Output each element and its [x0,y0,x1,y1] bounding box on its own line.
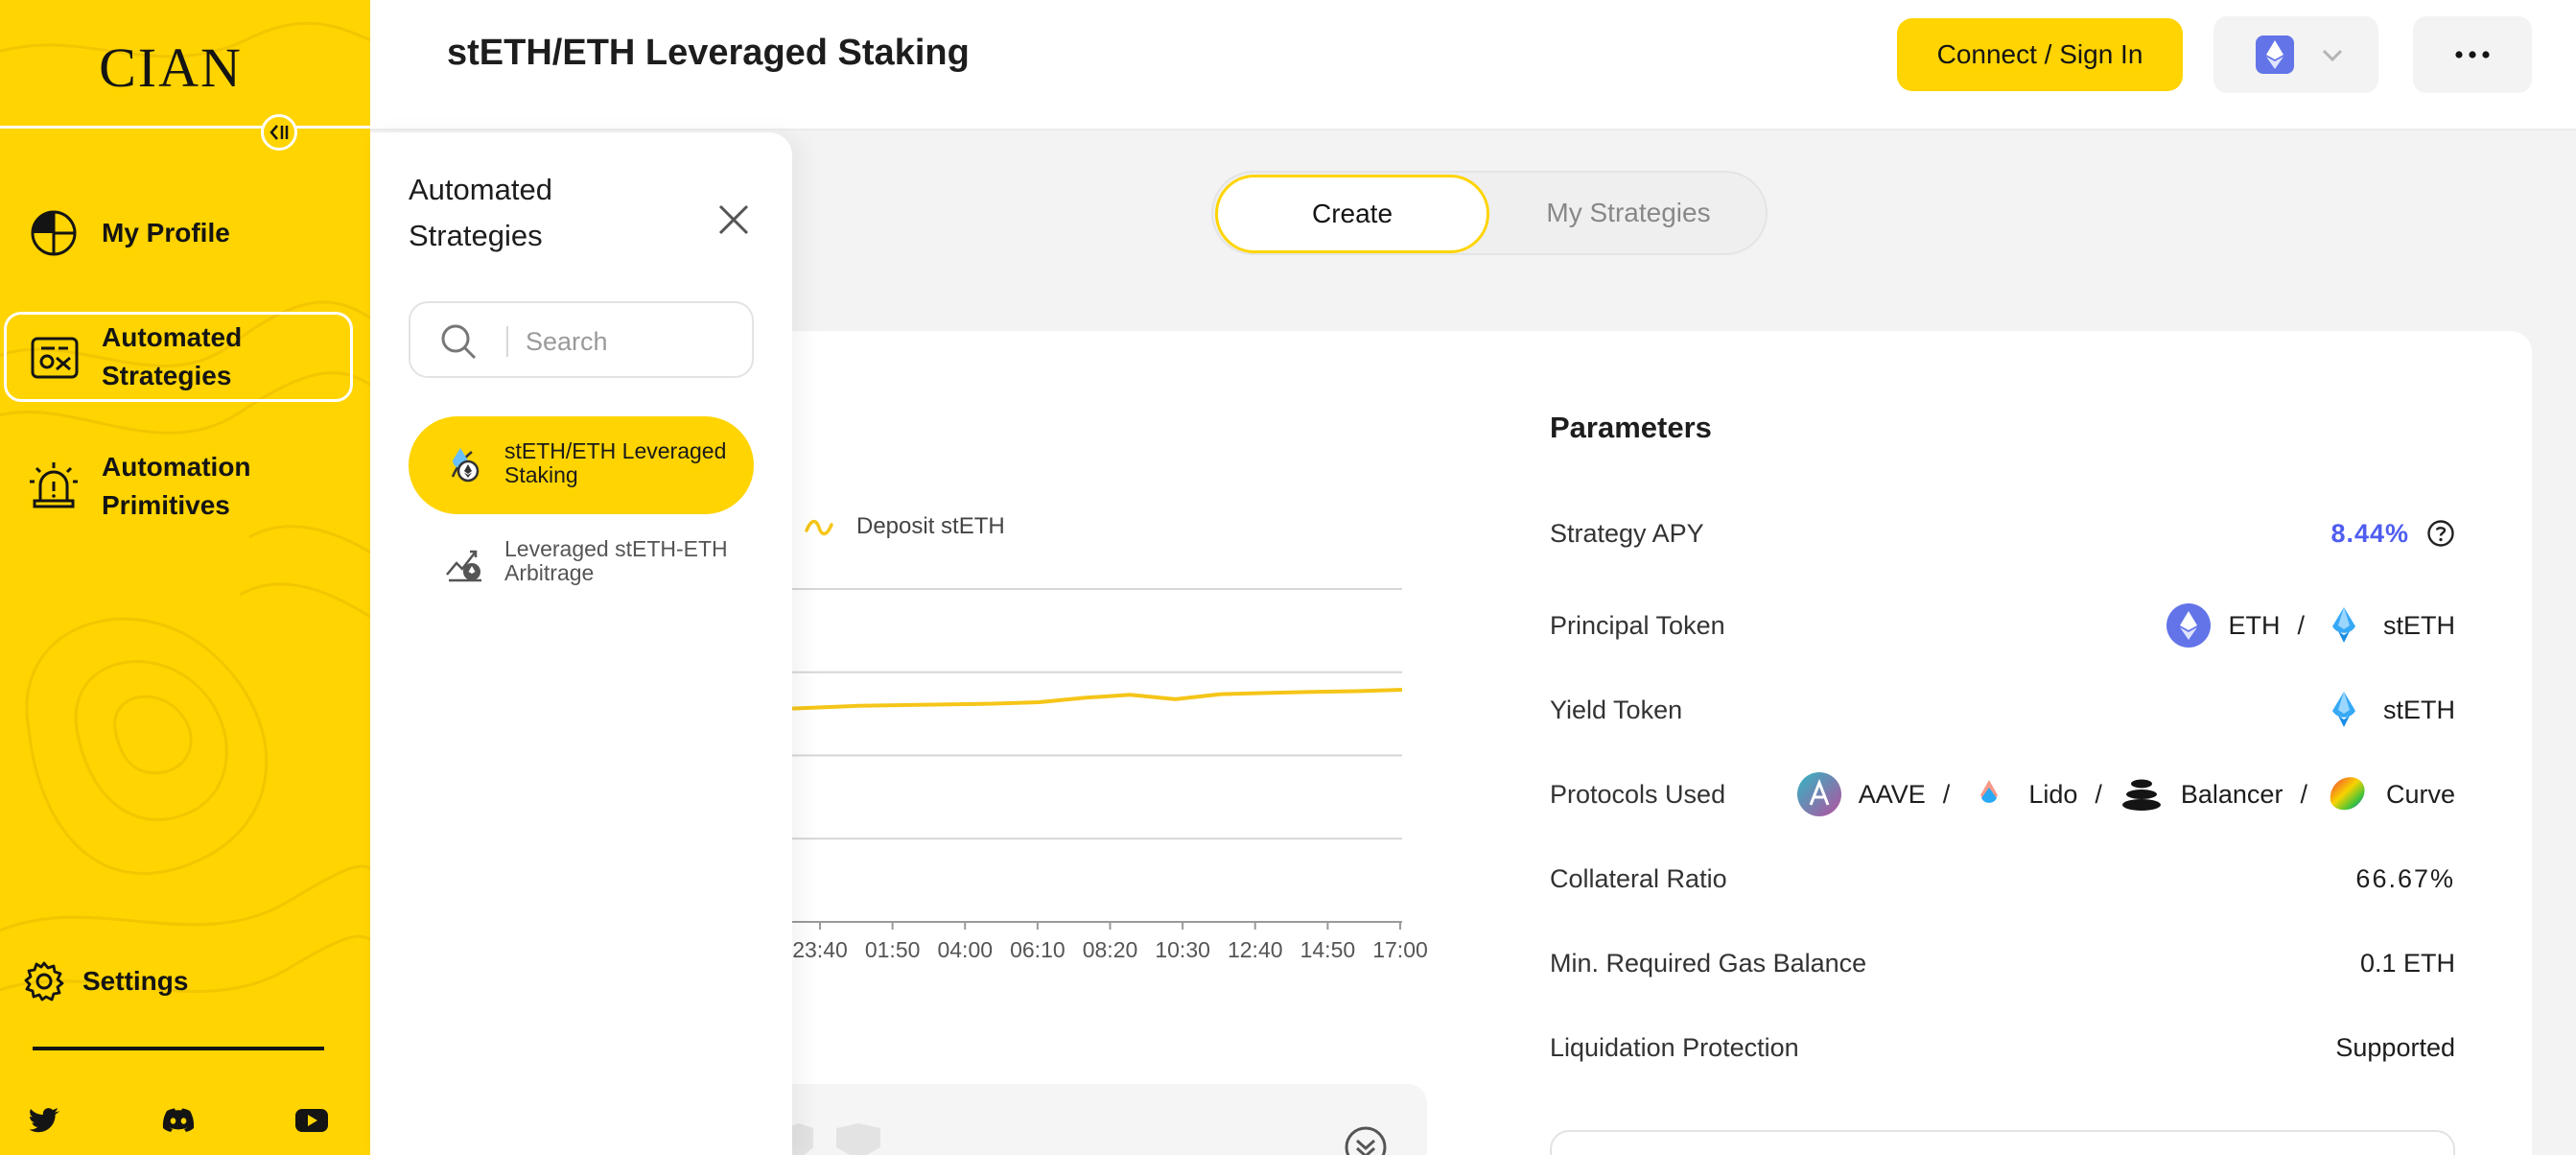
param-label: Strategy APY [1550,518,1704,548]
ethereum-icon [2256,35,2294,74]
sidebar-item-my-profile[interactable]: My Profile [0,200,370,267]
strategy-item-label: Leveraged stETH-ETH Arbitrage [504,536,728,585]
sidebar-divider [0,126,370,129]
logo-text: CIAN [99,35,243,99]
liquidation-protection-value: Supported [2335,1032,2455,1062]
collapse-icon [269,125,289,140]
collateral-ratio-value: 66.67% [2355,863,2455,893]
page-title: stETH/ETH Leveraged Staking [447,33,970,73]
cian-logo[interactable]: CIAN [99,19,243,115]
twitter-icon[interactable] [25,1101,63,1140]
param-row-principal-token: Principal Token ETH / stETH [1550,601,2455,649]
search-icon [441,324,477,360]
param-row-liquidation-protection: Liquidation Protection Supported [1550,1024,2455,1072]
param-label: Protocols Used [1550,779,1726,809]
protocol-balancer: Balancer [2180,779,2283,809]
parameter-input-box[interactable] [1550,1130,2455,1155]
sidebar-item-label: My Profile [102,218,230,248]
x-tick-label: 12:40 [1227,937,1283,962]
shield-icon [836,1123,880,1155]
chevron-down-icon [2322,49,2343,62]
x-tick-label: 14:50 [1300,937,1356,962]
close-icon[interactable] [712,198,756,242]
search-divider [506,326,508,357]
principal-token-steth: stETH [2382,610,2455,640]
x-tick-label: 23:40 [792,937,848,962]
discord-icon[interactable] [159,1101,198,1140]
parameters-title: Parameters [1550,411,1712,444]
tab-my-strategies[interactable]: My Strategies [1491,175,1766,251]
staking-icon [451,448,480,483]
param-label: Yield Token [1550,695,1683,724]
strategy-item-steth-eth-leveraged-staking[interactable]: stETH/ETH Leveraged Staking [409,416,754,514]
sidebar-item-automated-strategies[interactable]: Automated Strategies [4,312,353,402]
separator: / [2297,610,2305,640]
tab-create[interactable]: Create [1215,175,1489,253]
more-options-button[interactable] [2413,16,2532,93]
aave-icon [1796,772,1841,816]
separator: / [2095,779,2102,809]
x-tick-label: 01:50 [864,937,921,962]
gear-icon [24,961,64,1002]
alarm-icon [30,462,78,508]
automated-strategies-panel: Automated Strategies stETH/ETH Leveraged… [370,132,792,1155]
ethereum-icon [2166,603,2212,648]
strategy-item-label: stETH/ETH Leveraged Staking [504,438,727,487]
apy-value: 8.44% [2330,518,2409,548]
param-label: Principal Token [1550,610,1725,640]
separator: / [1942,779,1951,809]
deposit-chart [767,588,1403,930]
steth-icon [2331,607,2355,643]
param-row-protocols: Protocols Used AAVE / Lido / Balancer / … [1550,770,2455,818]
strategy-mode-toggle: Create My Strategies [1211,171,1768,255]
series-line-deposit-steth [767,688,1403,712]
sidebar-item-automation-primitives[interactable]: Automation Primitives [0,443,370,533]
sidebar-item-label: Automated Strategies [102,322,243,390]
param-row-yield-token: Yield Token stETH [1550,686,2455,734]
x-tick-label: 10:30 [1155,937,1210,962]
panel-title: Automated Strategies [409,173,552,252]
steth-icon [2331,692,2355,727]
protocol-curve: Curve [2385,779,2455,809]
collapse-sidebar-button[interactable] [261,114,297,151]
protocol-aave: AAVE [1858,779,1926,809]
network-selector[interactable] [2213,16,2378,93]
yield-token-steth: stETH [2382,695,2455,724]
param-label: Liquidation Protection [1550,1032,1799,1062]
pie-chart-icon [31,210,77,256]
x-tick-label: 06:10 [1010,937,1066,962]
sidebar-item-label: Settings [82,966,189,996]
expand-down-icon[interactable] [1343,1124,1389,1155]
lido-icon [1980,780,1999,803]
strategy-item-leveraged-steth-eth-arbitrage[interactable]: Leveraged stETH-ETH Arbitrage [409,514,754,612]
strategy-icon [31,337,79,379]
separator: / [2300,779,2307,809]
balancer-icon [2121,779,2161,811]
gas-balance-value: 0.1 ETH [2359,948,2455,978]
principal-token-eth: ETH [2228,610,2281,640]
top-header: stETH/ETH Leveraged Staking Connect / Si… [370,0,2576,130]
param-label: Min. Required Gas Balance [1550,948,1867,978]
x-tick-label: 04:00 [937,937,994,962]
sidebar-bottom-divider [33,1047,324,1050]
sidebar: CIAN My Profile Automated Strategies Aut… [0,0,370,1155]
connect-sign-in-button[interactable]: Connect / Sign In [1897,18,2183,91]
strategy-search [409,301,754,378]
sidebar-item-settings[interactable]: Settings [0,955,370,1008]
arbitrage-icon [446,550,481,582]
param-row-collateral-ratio: Collateral Ratio 66.67% [1550,855,2455,903]
sidebar-item-label: Automation Primitives [102,452,251,520]
param-row-apy: Strategy APY 8.44% [1550,509,2455,557]
curve-icon [2330,777,2365,811]
x-tick-label: 08:20 [1082,937,1138,962]
chart-footer-strip [767,1084,1427,1155]
param-row-gas-balance: Min. Required Gas Balance 0.1 ETH [1550,939,2455,987]
param-label: Collateral Ratio [1550,863,1727,893]
protocol-lido: Lido [2028,779,2078,809]
more-icon [2455,51,2490,59]
help-icon[interactable] [2426,519,2455,548]
x-tick-label: 17:00 [1372,937,1428,962]
youtube-icon[interactable] [293,1101,331,1140]
search-input[interactable] [526,320,737,363]
